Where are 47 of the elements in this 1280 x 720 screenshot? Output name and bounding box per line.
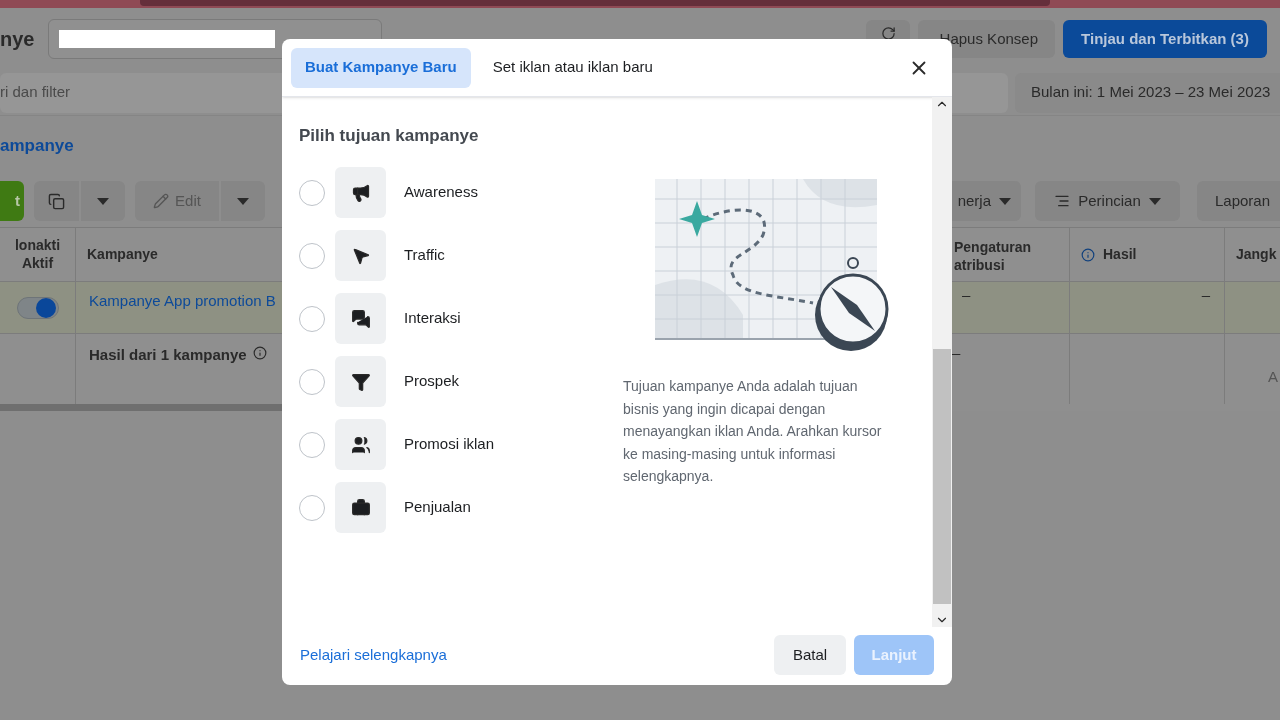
scrollbar-thumb[interactable] <box>933 349 951 604</box>
learn-more-link[interactable]: Pelajari selengkapnya <box>300 643 447 667</box>
page-title: nye <box>0 27 35 52</box>
duplicate-button[interactable] <box>34 181 79 221</box>
review-publish-button[interactable]: Tinjau dan Terbitkan (3) <box>1063 20 1267 58</box>
people-icon <box>350 434 371 455</box>
funnel-icon <box>350 371 371 392</box>
objective-label[interactable]: Prospek <box>404 370 460 393</box>
chat-bubbles-icon <box>350 308 371 329</box>
breakdown-icon <box>1054 193 1071 209</box>
duplicate-icon <box>48 192 65 210</box>
objective-label[interactable]: Promosi iklan <box>404 433 495 456</box>
caret-icon <box>1148 197 1161 205</box>
objective-label[interactable]: Interaksi <box>404 307 461 330</box>
objective-label[interactable]: Awareness <box>404 181 478 204</box>
campaign-link[interactable]: Kampanye App promotion B <box>76 282 282 333</box>
column-header[interactable]: Hasil <box>1070 228 1225 281</box>
date-range-button[interactable]: Bulan ini: 1 Mei 2023 – 23 Mei 2023 <box>1015 72 1280 113</box>
dialog-tab[interactable]: Buat Kampanye Baru <box>291 47 471 88</box>
objective-label[interactable]: Penjualan <box>404 496 471 519</box>
caret-icon <box>237 197 249 205</box>
cancel-button[interactable]: Batal <box>774 635 846 675</box>
table-cell-text: A <box>1267 367 1279 387</box>
table-cell: – <box>1070 282 1225 333</box>
description-text: Tujuan kampanye Anda adalah tujuan bisnis yang ingin dicapai dengan menayangkan iklan Anda. Arahkan kursor ke masing-masing untuk informasi selengkapnya. <box>623 377 883 486</box>
column-header: Jangk <box>1235 245 1278 264</box>
column-header: Kampanye <box>86 245 159 264</box>
campaigns-link[interactable]: ampanye <box>0 132 74 159</box>
pencil-icon <box>153 193 170 209</box>
toggle-switch[interactable] <box>16 296 59 319</box>
info-icon <box>1081 247 1095 262</box>
duplicate-dropdown-button[interactable] <box>81 181 125 221</box>
create-button[interactable]: t <box>0 181 24 221</box>
column-header: lonakti Aktif <box>0 228 76 281</box>
refresh-icon <box>880 26 896 41</box>
breakdown-button[interactable]: Perincian <box>1035 181 1180 221</box>
objective-label[interactable]: Traffic <box>404 244 445 267</box>
briefcase-icon <box>350 497 371 518</box>
caret-icon <box>97 197 109 205</box>
info-icon <box>252 346 267 360</box>
reports-button[interactable]: Laporan <box>1197 181 1280 221</box>
section-heading: Pilih tujuan kampanye <box>299 125 480 147</box>
edit-dropdown-button[interactable] <box>221 181 265 221</box>
summary-label: Hasil dari 1 kampanye <box>89 345 247 365</box>
vertical-scrollbar[interactable] <box>932 97 952 627</box>
megaphone-icon <box>350 182 371 203</box>
caret-icon <box>999 197 1011 205</box>
